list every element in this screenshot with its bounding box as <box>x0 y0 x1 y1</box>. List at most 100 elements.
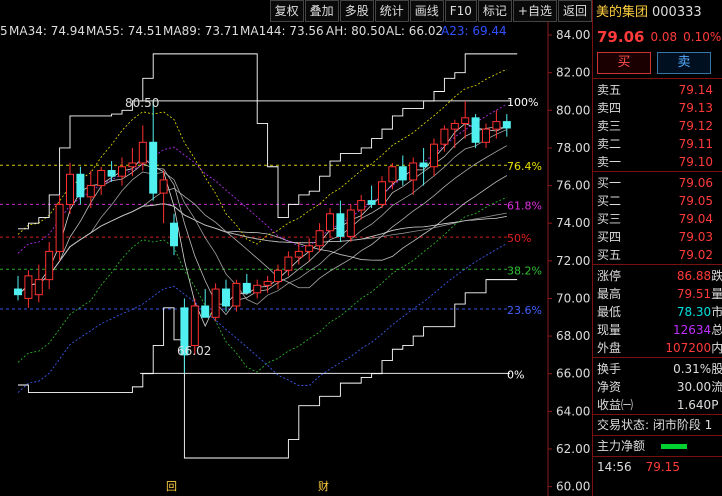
stat-label: 换手 <box>597 362 622 376</box>
stat-label: 净资 <box>597 380 622 394</box>
event-marker-cai[interactable]: 财 <box>318 479 329 493</box>
chart-toolbar: 复权 叠加 多股 统计 画线 F10 标记 +自选 返回 <box>269 0 592 22</box>
bid-book: 买一 79.06 买二 79.05 买三 79.04 买四 79.03 买五 79.02 <box>593 171 722 264</box>
candle-body <box>388 166 397 183</box>
bid-row: 买四 79.03 <box>593 228 722 246</box>
trade-status: 交易状态: 闭市阶段 1 <box>593 414 722 435</box>
ask-row: 卖二 79.11 <box>593 135 722 153</box>
candle-body <box>107 170 116 177</box>
bid-label: 买三 <box>597 212 622 226</box>
candle-body <box>76 173 85 198</box>
ask-label: 卖三 <box>597 119 622 133</box>
al-value: AL: 66.02 <box>386 24 443 38</box>
fib-level-label: 50% <box>507 232 531 245</box>
candle-body <box>284 256 293 271</box>
candle-body <box>398 166 407 181</box>
bid-row: 买一 79.06 <box>593 174 722 192</box>
candle-body <box>211 288 220 318</box>
price-change-pct: 0.10% <box>683 30 722 44</box>
candle-body <box>190 305 199 346</box>
kline-chart[interactable]: 84.00 82.00 80.00 78.00 76.00 74.00 72.00 70.00… <box>0 0 592 496</box>
candle-body <box>440 128 449 145</box>
a23-value: A23: 69.44 <box>441 24 507 38</box>
candle-body <box>149 141 158 194</box>
price-axis: 84.00 82.00 80.00 78.00 76.00 74.00 72.00 70.00… <box>547 20 590 496</box>
stat-label: 涨停 <box>597 269 622 283</box>
stat-tail: P <box>711 398 719 412</box>
net-flow-label: 主力净额 <box>597 439 646 453</box>
channel-low-line <box>18 279 518 459</box>
mark-button[interactable]: 标记 <box>477 0 512 22</box>
stat-label: 最低 <box>597 305 622 319</box>
back-button[interactable]: 返回 <box>557 0 592 22</box>
stat-row-current-volume: 现量 12634总 <box>593 321 722 339</box>
tick-time: 14:56 <box>597 460 632 474</box>
net-flow-row[interactable]: 主力净额 <box>593 435 722 456</box>
ask-price: 79.13 <box>678 101 713 115</box>
stat-value: 12634 <box>673 323 712 337</box>
stat-tail: 量 <box>711 285 722 303</box>
multi-stock-button[interactable]: 多股 <box>339 0 374 22</box>
fib-level-label: 0% <box>507 368 524 381</box>
trade-buttons: 买 卖 <box>593 48 722 79</box>
axis-tick-label: 68.00 <box>556 329 590 343</box>
candle-body <box>24 275 33 299</box>
candle-body <box>346 209 355 237</box>
axis-tick-label: 74.00 <box>556 216 590 230</box>
ask-row: 卖四 79.13 <box>593 99 722 117</box>
candle-body <box>97 170 106 187</box>
bid-price: 79.02 <box>678 248 713 262</box>
candle-body <box>492 121 501 130</box>
ma89-value: MA89: 73.71 <box>163 24 239 38</box>
stat-row-net-assets: 净资 30.00流 <box>593 378 722 396</box>
candle-body <box>274 269 282 283</box>
candle-body <box>461 117 470 124</box>
ask-price: 79.12 <box>678 119 713 133</box>
overlay-button[interactable]: 叠加 <box>304 0 339 22</box>
stat-label: 外盘 <box>597 341 622 355</box>
stock-code: 000333 <box>652 5 702 20</box>
draw-line-button[interactable]: 画线 <box>409 0 444 22</box>
kline-chart-area[interactable]: 84.00 82.00 80.00 78.00 76.00 74.00 72.00 70.00… <box>0 0 592 496</box>
fib-level-label: 23.6% <box>507 304 542 317</box>
candle-body <box>378 181 386 205</box>
fundamental-stats: 换手 0.31%股 净资 30.00流 收益㈠ 1.640P <box>593 357 722 414</box>
ask-price: 79.11 <box>678 137 713 151</box>
candle-body <box>232 282 241 307</box>
ask-price: 79.14 <box>678 83 713 97</box>
statistics-button[interactable]: 统计 <box>374 0 409 22</box>
candle-body <box>450 122 459 130</box>
candle-body <box>419 162 428 168</box>
candle-body <box>326 213 334 232</box>
candle-body <box>201 305 210 318</box>
axis-tick-label: 84.00 <box>556 28 590 42</box>
f10-button[interactable]: F10 <box>444 0 477 22</box>
candle-body <box>315 230 324 247</box>
sell-button[interactable]: 卖 <box>657 52 711 74</box>
ma34-value: MA34: 74.94 <box>9 24 85 38</box>
stock-header: 美的集团 000333 <box>593 0 722 26</box>
bid-price: 79.06 <box>678 176 713 190</box>
stat-row-low: 最低 78.30市 <box>593 303 722 321</box>
candle-body <box>222 288 230 307</box>
ah-value: AH: 80.50 <box>326 24 385 38</box>
add-watchlist-button[interactable]: +自选 <box>512 0 557 22</box>
fib-level-label: 38.2% <box>507 264 542 277</box>
stat-row-limit-up: 涨停 86.88跌 <box>593 267 722 285</box>
lower-band-line <box>17 196 507 373</box>
event-marker-hui[interactable]: 回 <box>166 480 177 493</box>
buy-button[interactable]: 买 <box>597 52 651 74</box>
stat-value: 107200 <box>665 341 712 355</box>
candle-body <box>367 200 376 205</box>
candle-body <box>66 173 74 205</box>
ask-label: 卖五 <box>597 83 622 97</box>
restore-rights-button[interactable]: 复权 <box>269 0 304 22</box>
candle-body <box>409 162 418 181</box>
stat-row-turnover: 换手 0.31%股 <box>593 360 722 378</box>
stat-tail: 总 <box>711 321 722 339</box>
axis-tick-label: 66.00 <box>556 367 590 381</box>
axis-tick-label: 60.00 <box>556 480 590 494</box>
moving-average-lines <box>17 53 518 459</box>
bid-label: 买四 <box>597 230 622 244</box>
bid-row: 买二 79.05 <box>593 192 722 210</box>
